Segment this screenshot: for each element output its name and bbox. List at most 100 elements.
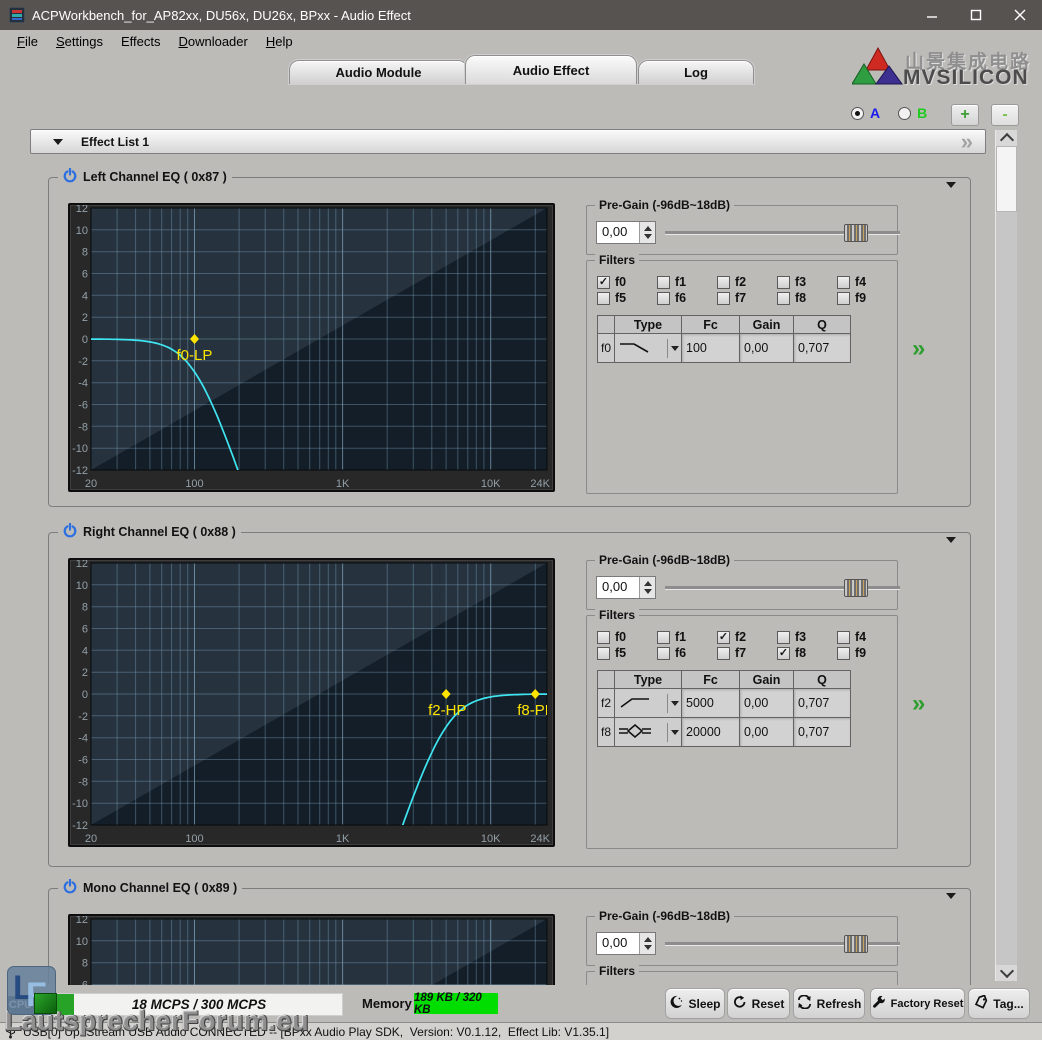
checkbox-unchecked-icon[interactable] <box>657 631 670 644</box>
scrollbar-up-button[interactable] <box>996 130 1017 146</box>
dropdown-button[interactable] <box>667 723 681 742</box>
filter-type-dropdown[interactable] <box>615 334 682 363</box>
close-button[interactable] <box>998 0 1042 30</box>
checkbox-unchecked-icon[interactable] <box>657 647 670 660</box>
add-effect-button[interactable]: + <box>951 104 979 126</box>
filter-checkbox-f8[interactable]: ✓f8 <box>777 646 806 660</box>
checkbox-unchecked-icon[interactable] <box>837 631 850 644</box>
filter-checkbox-f7[interactable]: f7 <box>717 646 746 660</box>
filter-checkbox-f5[interactable]: f5 <box>597 291 626 305</box>
scrollbar-down-button[interactable] <box>996 965 1017 981</box>
spin-up-icon[interactable] <box>644 226 652 231</box>
spin-up-icon[interactable] <box>644 581 652 586</box>
filter-checkbox-f2[interactable]: f2 <box>717 275 746 289</box>
scrollbar-thumb[interactable] <box>996 146 1017 212</box>
filter-checkbox-f2[interactable]: ✓f2 <box>717 630 746 644</box>
power-icon[interactable] <box>63 879 77 897</box>
spin-down-icon[interactable] <box>644 589 652 594</box>
checkbox-unchecked-icon[interactable] <box>717 647 730 660</box>
panel-collapse-icon[interactable] <box>946 537 956 543</box>
filter-q-cell[interactable]: 0,707 <box>794 718 851 747</box>
checkbox-unchecked-icon[interactable] <box>717 276 730 289</box>
filter-checkbox-f0[interactable]: ✓f0 <box>597 275 626 289</box>
tab-audio-module[interactable]: Audio Module <box>289 60 468 84</box>
filter-checkbox-f1[interactable]: f1 <box>657 630 686 644</box>
filter-type-dropdown[interactable] <box>615 689 682 718</box>
filter-fc-cell[interactable]: 20000 <box>682 718 740 747</box>
minimize-button[interactable] <box>910 0 954 30</box>
filter-checkbox-f4[interactable]: f4 <box>837 630 866 644</box>
checkbox-unchecked-icon[interactable] <box>597 292 610 305</box>
checkbox-unchecked-icon[interactable] <box>837 276 850 289</box>
checkbox-checked-icon[interactable]: ✓ <box>717 631 730 644</box>
maximize-button[interactable] <box>954 0 998 30</box>
menu-item-help[interactable]: Help <box>257 32 302 51</box>
checkbox-unchecked-icon[interactable] <box>657 292 670 305</box>
effect-list-chevron-button[interactable]: » <box>961 129 971 155</box>
apply-chevron-button[interactable]: » <box>912 695 923 713</box>
filter-checkbox-f8[interactable]: f8 <box>777 291 806 305</box>
filter-checkbox-f6[interactable]: f6 <box>657 646 686 660</box>
effect-list-header[interactable]: Effect List 1 » <box>30 129 986 154</box>
checkbox-checked-icon[interactable]: ✓ <box>597 276 610 289</box>
filter-checkbox-f0[interactable]: f0 <box>597 630 626 644</box>
checkbox-unchecked-icon[interactable] <box>837 647 850 660</box>
radio-a[interactable] <box>851 107 864 120</box>
spin-up-icon[interactable] <box>644 937 652 942</box>
pregain-spin-arrows[interactable] <box>639 577 655 598</box>
toolbar-button-reset[interactable]: Reset <box>727 988 790 1019</box>
toolbar-button-refresh[interactable]: Refresh <box>793 988 865 1019</box>
filter-gain-cell[interactable]: 0,00 <box>740 689 794 718</box>
pregain-slider-handle[interactable] <box>844 224 868 242</box>
tab-log[interactable]: Log <box>638 60 754 84</box>
filter-checkbox-f5[interactable]: f5 <box>597 646 626 660</box>
filter-checkbox-f3[interactable]: f3 <box>777 630 806 644</box>
toolbar-button-sleep[interactable]: Sleep <box>665 988 725 1019</box>
checkbox-unchecked-icon[interactable] <box>597 631 610 644</box>
remove-effect-button[interactable]: - <box>991 104 1019 126</box>
filter-type-dropdown[interactable] <box>615 718 682 747</box>
filter-checkbox-f4[interactable]: f4 <box>837 275 866 289</box>
eq-response-graph[interactable]: 121086420-2-4-6-8-10-12201001K10K24Kf0-L… <box>68 203 555 492</box>
filter-checkbox-f3[interactable]: f3 <box>777 275 806 289</box>
pregain-spin-arrows[interactable] <box>639 222 655 243</box>
checkbox-unchecked-icon[interactable] <box>597 647 610 660</box>
power-icon[interactable] <box>63 168 77 186</box>
toolbar-button-factory-reset[interactable]: Factory Reset <box>870 988 965 1019</box>
pregain-slider-handle[interactable] <box>844 579 868 597</box>
spin-down-icon[interactable] <box>644 945 652 950</box>
effect-list-collapse-icon[interactable] <box>53 139 63 145</box>
menu-item-settings[interactable]: Settings <box>47 32 112 51</box>
pregain-spinbox[interactable]: 0,00 <box>596 221 656 244</box>
filter-checkbox-f1[interactable]: f1 <box>657 275 686 289</box>
vertical-scrollbar[interactable] <box>995 130 1017 981</box>
pregain-spinbox[interactable]: 0,00 <box>596 932 656 955</box>
spin-down-icon[interactable] <box>644 234 652 239</box>
power-icon[interactable] <box>63 523 77 541</box>
filter-gain-cell[interactable]: 0,00 <box>740 334 794 363</box>
panel-collapse-icon[interactable] <box>946 893 956 899</box>
menu-item-file[interactable]: File <box>8 32 47 51</box>
filter-fc-cell[interactable]: 100 <box>682 334 740 363</box>
pregain-spinbox[interactable]: 0,00 <box>596 576 656 599</box>
filter-checkbox-f9[interactable]: f9 <box>837 291 866 305</box>
menu-item-effects[interactable]: Effects <box>112 32 170 51</box>
filter-q-cell[interactable]: 0,707 <box>794 334 851 363</box>
toolbar-button-tag[interactable]: Tag... <box>968 988 1030 1019</box>
filter-gain-cell[interactable]: 0,00 <box>740 718 794 747</box>
checkbox-unchecked-icon[interactable] <box>837 292 850 305</box>
pregain-spin-arrows[interactable] <box>639 933 655 954</box>
filter-checkbox-f6[interactable]: f6 <box>657 291 686 305</box>
checkbox-unchecked-icon[interactable] <box>657 276 670 289</box>
panel-collapse-icon[interactable] <box>946 182 956 188</box>
filter-checkbox-f7[interactable]: f7 <box>717 291 746 305</box>
checkbox-checked-icon[interactable]: ✓ <box>777 647 790 660</box>
filter-fc-cell[interactable]: 5000 <box>682 689 740 718</box>
checkbox-unchecked-icon[interactable] <box>777 631 790 644</box>
menu-item-downloader[interactable]: Downloader <box>169 32 256 51</box>
checkbox-unchecked-icon[interactable] <box>717 292 730 305</box>
filter-checkbox-f9[interactable]: f9 <box>837 646 866 660</box>
dropdown-button[interactable] <box>667 339 681 358</box>
filter-q-cell[interactable]: 0,707 <box>794 689 851 718</box>
checkbox-unchecked-icon[interactable] <box>777 276 790 289</box>
